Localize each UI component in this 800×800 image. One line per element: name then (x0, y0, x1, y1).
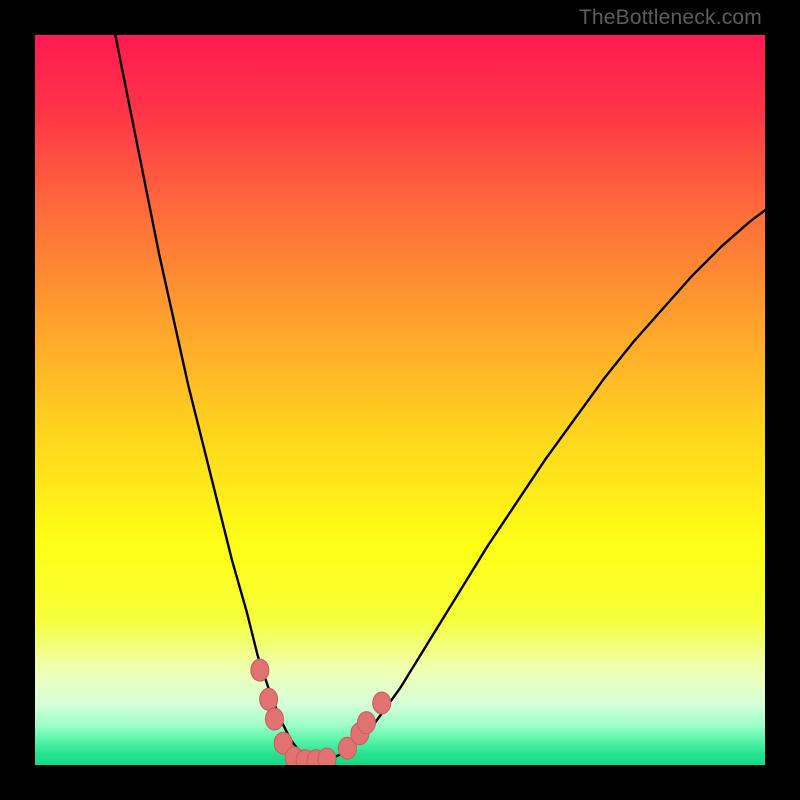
chart-frame: TheBottleneck.com (0, 0, 800, 800)
curve-layer (35, 35, 765, 765)
marker-point (251, 659, 269, 681)
marker-point (357, 712, 375, 734)
marker-point (265, 708, 283, 730)
marker-point (318, 748, 336, 765)
valley-markers (251, 659, 391, 765)
plot-area (35, 35, 765, 765)
marker-point (373, 692, 391, 714)
marker-point (260, 688, 278, 710)
bottleneck-curve (115, 35, 765, 761)
watermark-text: TheBottleneck.com (579, 6, 762, 30)
